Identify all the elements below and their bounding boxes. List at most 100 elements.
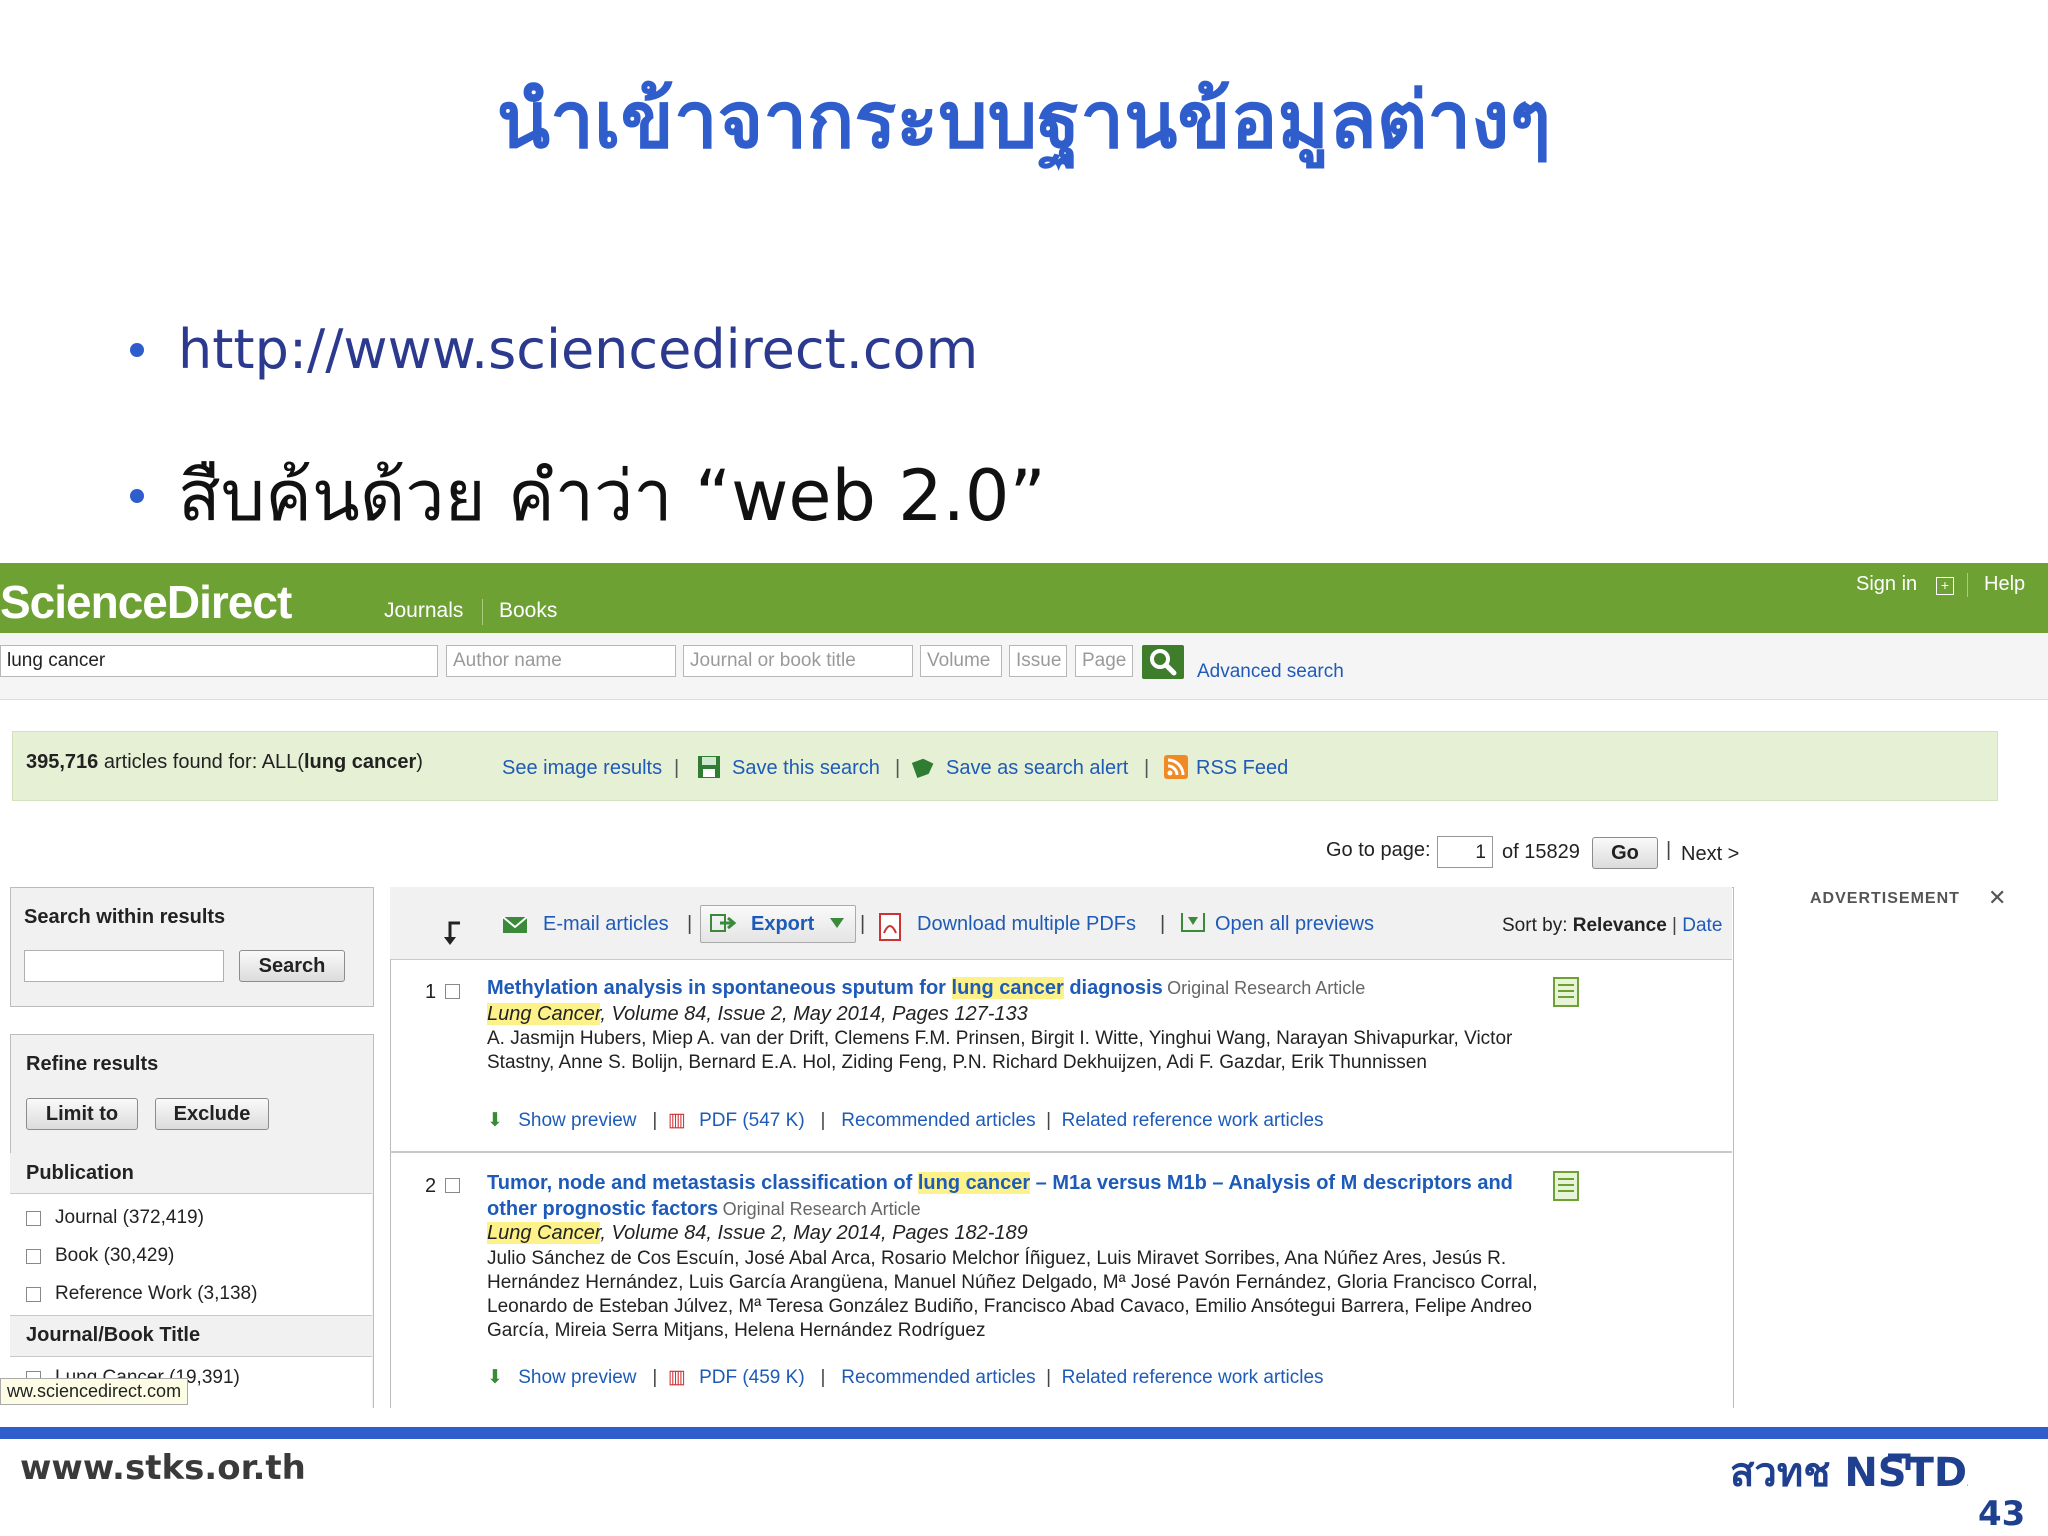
separator: | [674, 757, 680, 779]
separator: | [1160, 913, 1166, 935]
volume-input[interactable]: Volume [920, 645, 1002, 677]
save-disk-icon [698, 756, 720, 778]
rss-icon [1164, 755, 1188, 779]
footer-url: www.stks.or.th [20, 1448, 306, 1488]
footer-line [0, 1427, 2048, 1439]
separator: | [1666, 839, 1672, 861]
advanced-search-link[interactable]: Advanced search [1197, 661, 1344, 683]
author-input[interactable]: Author name [446, 645, 676, 677]
select-all-arrow-icon[interactable] [440, 919, 468, 949]
facet-reference-work[interactable]: Reference Work (3,138) [26, 1283, 257, 1305]
journal-title-input[interactable]: Journal or book title [683, 645, 913, 677]
nav-separator [482, 599, 483, 625]
result-actions: ⬇ Show preview | ▥ PDF (459 K) | Recomme… [487, 1367, 1324, 1388]
alert-tag-icon [912, 758, 934, 778]
magnifier-icon [1150, 649, 1177, 676]
bullet-search-term: สืบค้นด้วย คำว่า “web 2.0” [130, 440, 1046, 551]
search-terms-input[interactable]: lung cancer [0, 645, 438, 677]
header-separator [1967, 573, 1968, 597]
limit-to-button[interactable]: Limit to [26, 1098, 138, 1130]
search-within-title: Search within results [24, 906, 226, 928]
total-pages-text: of 15829 [1502, 841, 1580, 863]
refine-title: Refine results [26, 1053, 159, 1075]
search-within-input[interactable] [24, 950, 224, 982]
separator: | [860, 913, 866, 935]
issue-input[interactable]: Issue [1009, 645, 1067, 677]
page-number: 43 [1978, 1494, 2026, 1534]
sciencedirect-screenshot: ScienceDirect Journals Books Sign in + H… [0, 563, 2048, 1408]
results-count-text: 395,716 articles found for: ALL(lung can… [26, 751, 423, 773]
chevron-down-icon [830, 918, 844, 928]
nstda-logo: สวทช NSTDA [1730, 1450, 1968, 1496]
separator: | [895, 757, 901, 779]
email-icon [502, 916, 528, 933]
related-reference-link[interactable]: Related reference work articles [1062, 1367, 1324, 1388]
facet-journal[interactable]: Journal (372,419) [26, 1207, 204, 1229]
facet-book[interactable]: Book (30,429) [26, 1245, 174, 1267]
sign-in-expand-icon[interactable]: + [1936, 577, 1954, 595]
save-search-link[interactable]: Save this search [732, 757, 880, 780]
recommended-articles-link[interactable]: Recommended articles [841, 1110, 1035, 1131]
sort-relevance[interactable]: Relevance [1573, 915, 1667, 936]
related-reference-link[interactable]: Related reference work articles [1062, 1110, 1324, 1131]
result-title[interactable]: Methylation analysis in spontaneous sput… [487, 977, 1547, 1000]
result-journal: Lung Cancer, Volume 84, Issue 2, May 201… [487, 1222, 1028, 1244]
preview-icon [1181, 913, 1205, 932]
result-number: 1 [425, 981, 437, 1003]
search-within-panel [10, 887, 374, 1007]
preview-icon: ⬇ [487, 1367, 503, 1388]
pdf-icon [879, 913, 901, 941]
journal-book-title: Journal/Book Title [26, 1324, 201, 1346]
nav-journals[interactable]: Journals [384, 599, 463, 623]
bullet-url: http://www.sciencedirect.com [130, 318, 978, 381]
pdf-icon: ▥ [667, 1367, 686, 1388]
checkbox[interactable] [26, 1286, 41, 1302]
slide-title: นำเข้าจากระบบฐานข้อมูลต่างๆ [496, 76, 1552, 166]
result-authors: A. Jasmijn Hubers, Miep A. van der Drift… [487, 1028, 1513, 1073]
sort-date[interactable]: Date [1682, 915, 1722, 936]
checkbox[interactable] [26, 1210, 41, 1226]
result-checkbox[interactable] [445, 984, 460, 999]
email-articles-link[interactable]: E-mail articles [543, 913, 669, 936]
rss-feed-link[interactable]: RSS Feed [1196, 757, 1288, 780]
abstract-icon[interactable] [1553, 1171, 1579, 1201]
download-pdfs-link[interactable]: Download multiple PDFs [917, 913, 1136, 936]
pdf-link[interactable]: PDF (459 K) [699, 1367, 805, 1388]
abstract-icon[interactable] [1553, 977, 1579, 1007]
image-results-link[interactable]: See image results [502, 757, 662, 780]
bullet-search-text: สืบค้นด้วย คำว่า “web 2.0” [178, 455, 1046, 537]
publication-title: Publication [26, 1162, 134, 1184]
page-input[interactable]: Page [1075, 645, 1133, 677]
open-previews-link[interactable]: Open all previews [1215, 913, 1374, 936]
result-divider [390, 1151, 1732, 1153]
help-link[interactable]: Help [1984, 573, 2025, 596]
recommended-articles-link[interactable]: Recommended articles [841, 1367, 1035, 1388]
checkbox[interactable] [26, 1248, 41, 1264]
search-within-button[interactable]: Search [239, 950, 345, 982]
go-to-page-label: Go to page: [1326, 839, 1431, 861]
result-checkbox[interactable] [445, 1178, 460, 1193]
save-alert-link[interactable]: Save as search alert [946, 757, 1128, 780]
next-page-link[interactable]: Next > [1681, 843, 1739, 866]
search-submit-button[interactable] [1142, 645, 1184, 679]
result-authors: Julio Sánchez de Cos Escuín, José Abal A… [487, 1248, 1538, 1341]
close-ad-icon[interactable]: ✕ [1988, 885, 2006, 911]
pdf-icon: ▥ [667, 1110, 686, 1131]
show-preview-link[interactable]: Show preview [518, 1110, 636, 1131]
result-number: 2 [425, 1175, 437, 1197]
status-bar-url: ww.sciencedirect.com [0, 1378, 189, 1405]
advertisement-label: ADVERTISEMENT [1810, 890, 1960, 907]
result-journal: Lung Cancer, Volume 84, Issue 2, May 201… [487, 1003, 1028, 1025]
nav-books[interactable]: Books [499, 599, 557, 623]
exclude-button[interactable]: Exclude [155, 1098, 269, 1130]
pdf-link[interactable]: PDF (547 K) [699, 1110, 805, 1131]
go-button[interactable]: Go [1592, 837, 1658, 869]
nstda-logo-text: สวทช NSTDA [1730, 1450, 1968, 1496]
result-title[interactable]: Tumor, node and metastasis classificatio… [487, 1171, 1547, 1223]
separator: | [687, 913, 693, 935]
sd-logo[interactable]: ScienceDirect [0, 575, 292, 629]
page-number-input[interactable]: 1 [1437, 836, 1493, 868]
export-label[interactable]: Export [751, 913, 814, 936]
show-preview-link[interactable]: Show preview [518, 1367, 636, 1388]
sign-in-link[interactable]: Sign in [1856, 573, 1917, 596]
